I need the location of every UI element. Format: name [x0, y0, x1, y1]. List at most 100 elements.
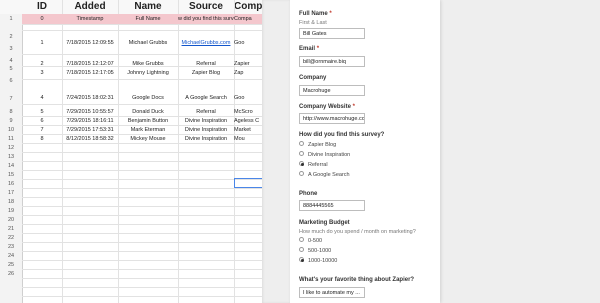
- table-cell[interactable]: 7/18/2015 12:09:55: [62, 40, 118, 46]
- table-cell[interactable]: A Google Search: [178, 95, 234, 101]
- table-cell[interactable]: Goo: [234, 40, 262, 46]
- table-cell[interactable]: Ageless C: [234, 118, 262, 124]
- radio-button-selected[interactable]: [299, 161, 304, 167]
- column-header-name[interactable]: Name: [118, 0, 178, 14]
- row-number[interactable]: 9: [0, 118, 22, 124]
- table-cell[interactable]: 7/29/2015 18:16:11: [62, 118, 118, 124]
- table-cell[interactable]: 5: [22, 109, 62, 115]
- table-cell[interactable]: 6: [22, 118, 62, 124]
- table-cell[interactable]: Johnny Lightning: [118, 70, 178, 76]
- radio-option-zapier-blog[interactable]: Zapier Blog: [299, 141, 336, 150]
- table-cell[interactable]: Zapier: [234, 61, 262, 67]
- table-cell[interactable]: 7/29/2015 10:55:57: [62, 109, 118, 115]
- company-website-input[interactable]: http://www.macrohuge.co: [299, 113, 365, 124]
- table-cell[interactable]: 8/12/2015 18:58:32: [62, 136, 118, 142]
- table-cell[interactable]: Referral: [178, 61, 234, 67]
- table-cell[interactable]: Goo: [234, 95, 262, 101]
- table-cell[interactable]: Divine Inspiration: [178, 127, 234, 133]
- row-number[interactable]: 20: [0, 217, 22, 223]
- table-cell[interactable]: 7/24/2015 18:02:31: [62, 95, 118, 101]
- column-header-added[interactable]: Added: [62, 0, 118, 14]
- table-cell[interactable]: Timestamp: [62, 16, 118, 22]
- table-cell[interactable]: 7/18/2015 12:12:07: [62, 61, 118, 67]
- table-cell[interactable]: 7/18/2015 12:17:05: [62, 70, 118, 76]
- table-cell[interactable]: 7: [22, 127, 62, 133]
- radio-button[interactable]: [299, 171, 304, 177]
- row-number[interactable]: 4: [0, 58, 22, 64]
- row-number[interactable]: 16: [0, 181, 22, 187]
- table-cell[interactable]: Donald Duck: [118, 109, 178, 115]
- row-number[interactable]: 3: [0, 46, 22, 52]
- table-cell[interactable]: Mike Grubbs: [118, 61, 178, 67]
- row-number[interactable]: 5: [0, 66, 22, 72]
- radio-button[interactable]: [299, 247, 304, 253]
- table-cell[interactable]: Market: [234, 127, 262, 133]
- radio-button[interactable]: [299, 141, 304, 147]
- table-cell[interactable]: Google Docs: [118, 95, 178, 101]
- table-cell[interactable]: Mark Eterman: [118, 127, 178, 133]
- table-cell[interactable]: McScro: [234, 109, 262, 115]
- table-cell[interactable]: 0: [22, 16, 62, 22]
- table-cell[interactable]: Mou: [234, 136, 262, 142]
- row-number[interactable]: 12: [0, 145, 22, 151]
- company-input[interactable]: Macrohuge: [299, 85, 365, 96]
- table-cell[interactable]: Compa: [234, 16, 262, 22]
- table-cell[interactable]: Referral: [178, 109, 234, 115]
- row-number[interactable]: 11: [0, 136, 22, 142]
- radio-option-budget-500-1000[interactable]: 500-1000: [299, 247, 331, 256]
- row-number[interactable]: 21: [0, 226, 22, 232]
- row-number[interactable]: 15: [0, 172, 22, 178]
- table-cell[interactable]: Zapier Blog: [178, 70, 234, 76]
- favorite-thing-input[interactable]: I like to automate my ...: [299, 287, 365, 298]
- table-cell-link[interactable]: MichaelGrubbs.com: [178, 40, 234, 46]
- survey-source-label: How did you find this survey?: [299, 132, 385, 138]
- table-cell[interactable]: Zap: [234, 70, 262, 76]
- table-cell[interactable]: w did you find this surve: [178, 16, 234, 22]
- radio-button[interactable]: [299, 237, 304, 243]
- radio-option-budget-1000-10000[interactable]: 1000-10000: [299, 257, 337, 266]
- row-number[interactable]: 26: [0, 271, 22, 277]
- row-number[interactable]: 17: [0, 190, 22, 196]
- table-cell[interactable]: Benjamin Button: [118, 118, 178, 124]
- full-name-input[interactable]: Bill Gates: [299, 28, 365, 39]
- table-cell[interactable]: Divine Inspiration: [178, 136, 234, 142]
- row-number[interactable]: 22: [0, 235, 22, 241]
- row-number[interactable]: 19: [0, 208, 22, 214]
- row-number[interactable]: 6: [0, 78, 22, 84]
- row-number[interactable]: 10: [0, 127, 22, 133]
- column-header-id[interactable]: ID: [22, 0, 62, 14]
- table-cell[interactable]: Mickey Mouse: [118, 136, 178, 142]
- radio-option-budget-0-500[interactable]: 0-500: [299, 237, 322, 246]
- table-cell[interactable]: 7/29/2015 17:53:31: [62, 127, 118, 133]
- table-cell[interactable]: 1: [22, 40, 62, 46]
- radio-option-referral[interactable]: Referral: [299, 161, 328, 170]
- phone-input[interactable]: 8884445565: [299, 200, 365, 211]
- table-cell[interactable]: Michael Grubbs: [118, 40, 178, 46]
- row-number[interactable]: 23: [0, 244, 22, 250]
- row-number[interactable]: 8: [0, 109, 22, 115]
- row-number[interactable]: 14: [0, 163, 22, 169]
- row-number[interactable]: 1: [0, 16, 22, 22]
- radio-button-selected[interactable]: [299, 257, 304, 263]
- table-cell[interactable]: 2: [22, 61, 62, 67]
- row-number[interactable]: 18: [0, 199, 22, 205]
- table-cell[interactable]: Divine Inspiration: [178, 118, 234, 124]
- grid-row-divider: [22, 197, 262, 198]
- row-number[interactable]: 25: [0, 262, 22, 268]
- row-number[interactable]: 13: [0, 154, 22, 160]
- selected-cell[interactable]: [234, 178, 262, 188]
- radio-button[interactable]: [299, 151, 304, 157]
- email-input[interactable]: bill@ornmaire.biq: [299, 56, 365, 67]
- table-cell[interactable]: 8: [22, 136, 62, 142]
- radio-option-google-search[interactable]: A Google Search: [299, 171, 350, 180]
- row-number[interactable]: 2: [0, 34, 22, 40]
- grid-row-divider: [22, 152, 262, 153]
- table-cell[interactable]: 4: [22, 95, 62, 101]
- table-cell[interactable]: 3: [22, 70, 62, 76]
- radio-option-divine-inspiration[interactable]: Divine Inspiration: [299, 151, 350, 160]
- row-number[interactable]: 7: [0, 96, 22, 102]
- table-cell[interactable]: Full Name: [118, 16, 178, 22]
- column-header-source[interactable]: Source: [178, 0, 234, 14]
- column-header-company[interactable]: Comp: [234, 0, 262, 14]
- row-number[interactable]: 24: [0, 253, 22, 259]
